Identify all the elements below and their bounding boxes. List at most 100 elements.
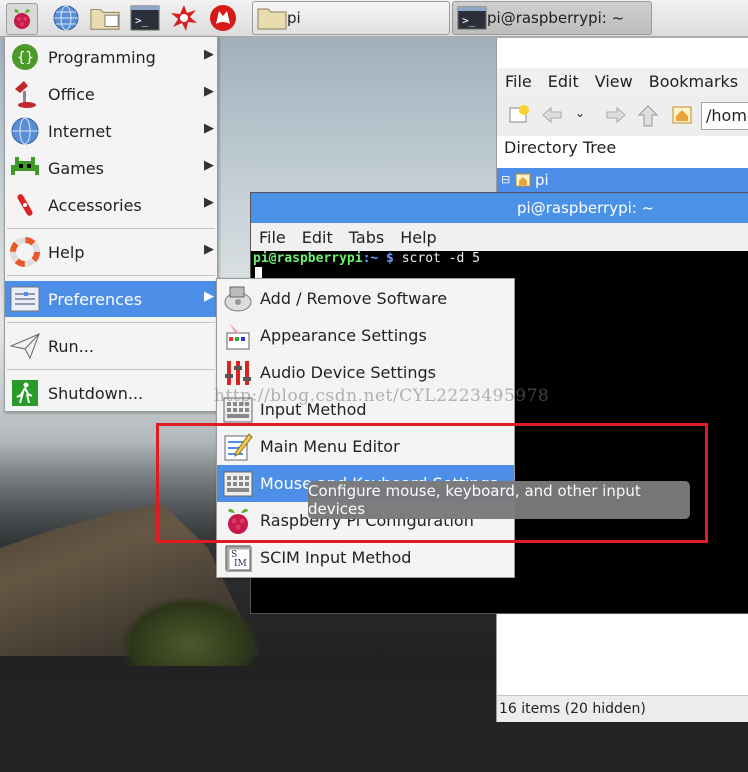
- submenu-arrow-icon: ▶: [204, 121, 214, 136]
- fm-tree-item-label: pi: [535, 171, 549, 189]
- terminal-icon: >_: [457, 6, 487, 30]
- menu-separator: [7, 228, 215, 229]
- submenu-arrow-icon: ▶: [204, 84, 214, 99]
- menu-item-accessories[interactable]: Accessories ▶: [5, 187, 217, 223]
- submenu-item-label: SCIM Input Method: [260, 548, 412, 567]
- collapse-icon[interactable]: ⊟: [501, 173, 510, 186]
- submenu-arrow-icon: ▶: [204, 195, 214, 210]
- terminal-launcher[interactable]: >_: [130, 3, 160, 33]
- preferences-icon: [10, 286, 40, 312]
- wolfram-icon: [210, 5, 236, 31]
- terminal-titlebar[interactable]: pi@raspberrypi: ~: [251, 193, 748, 223]
- application-menu: {} Programming ▶ Office ▶ Internet ▶ Gam…: [4, 36, 218, 412]
- new-tab-icon[interactable]: [507, 103, 531, 127]
- taskbar: >_ pi >_ pi@raspberrypi: ~: [0, 0, 748, 37]
- raspberry-icon: [14, 9, 30, 29]
- mathematica-launcher[interactable]: [169, 3, 199, 33]
- menu-item-label: Run...: [48, 336, 94, 356]
- filemanager-launcher[interactable]: [90, 3, 120, 33]
- home-folder-icon: [515, 173, 531, 187]
- menu-item-label: Office: [48, 84, 95, 104]
- submenu-arrow-icon: ▶: [204, 289, 214, 304]
- browser-launcher[interactable]: [51, 3, 81, 33]
- menu-item-help[interactable]: Help ▶: [5, 234, 217, 270]
- shutdown-icon: [12, 380, 38, 406]
- menu-item-label: Programming: [48, 47, 156, 67]
- watermark: http://blog.csdn.net/CYL2223495978: [214, 386, 550, 406]
- history-dropdown-icon[interactable]: ⌄: [575, 106, 585, 120]
- games-icon: [11, 157, 39, 175]
- menu-separator: [7, 369, 215, 370]
- svg-text:{}: {}: [17, 50, 34, 66]
- menu-item-shutdown[interactable]: Shutdown...: [5, 375, 217, 411]
- software-icon: [224, 286, 252, 311]
- up-icon[interactable]: [637, 104, 659, 128]
- menu-item-label: Shutdown...: [48, 383, 144, 403]
- task-filemanager[interactable]: pi: [252, 1, 450, 35]
- menu-item-label: Help: [48, 242, 85, 262]
- fm-tree-title: Directory Tree: [504, 138, 617, 157]
- task-terminal[interactable]: >_ pi@raspberrypi: ~: [452, 1, 652, 35]
- appearance-icon: [226, 322, 250, 349]
- menu-item-run[interactable]: Run...: [5, 328, 217, 364]
- submenu-item-label: Appearance Settings: [260, 326, 427, 345]
- submenu-item-appearance-settings[interactable]: Appearance Settings: [217, 317, 514, 354]
- svg-text:IM: IM: [234, 559, 247, 569]
- menu-item-programming[interactable]: {} Programming ▶: [5, 39, 217, 75]
- submenu-item-label: Add / Remove Software: [260, 289, 448, 308]
- fm-menu-view[interactable]: View: [587, 68, 641, 96]
- desktop-grass: [120, 596, 260, 666]
- prompt-path: :~ $: [362, 251, 394, 266]
- term-menu-edit[interactable]: Edit: [294, 223, 341, 251]
- menu-button[interactable]: [6, 3, 38, 35]
- office-icon: [15, 81, 36, 108]
- globe-icon: [53, 5, 79, 31]
- menu-item-internet[interactable]: Internet ▶: [5, 113, 217, 149]
- term-menu-help[interactable]: Help: [392, 223, 444, 251]
- back-icon[interactable]: [541, 105, 563, 125]
- menu-item-label: Games: [48, 158, 104, 178]
- fm-menu-edit[interactable]: Edit: [540, 68, 587, 96]
- home-icon[interactable]: [671, 105, 693, 125]
- menu-separator: [7, 322, 215, 323]
- programming-icon: {}: [12, 44, 38, 70]
- terminal-icon: >_: [130, 5, 160, 31]
- submenu-arrow-icon: ▶: [204, 242, 214, 257]
- menu-separator: [7, 275, 215, 276]
- terminal-title: pi@raspberrypi: ~: [517, 199, 655, 217]
- fm-toolbar: ⌄ /home: [497, 96, 748, 136]
- folder-icon: [257, 8, 287, 30]
- wolfram-launcher[interactable]: [208, 3, 238, 33]
- forward-icon[interactable]: [605, 105, 627, 125]
- terminal-prompt-line: pi@raspberrypi:~ $ scrot -d 5: [253, 251, 480, 266]
- menu-item-games[interactable]: Games ▶: [5, 150, 217, 186]
- fm-status-bar: 16 items (20 hidden): [497, 695, 748, 722]
- accessories-icon: [17, 194, 33, 216]
- submenu-item-scim-input-method[interactable]: S IM SCIM Input Method: [217, 539, 514, 576]
- menu-item-preferences[interactable]: Preferences ▶: [5, 281, 217, 317]
- term-menu-tabs[interactable]: Tabs: [341, 223, 392, 251]
- fm-menubar: File Edit View Bookmarks Go: [497, 68, 748, 96]
- menu-item-label: Internet: [48, 121, 112, 141]
- prompt-command: scrot -d 5: [393, 251, 480, 266]
- run-icon: [10, 333, 40, 360]
- prompt-user: pi@raspberrypi: [253, 251, 363, 266]
- task-filemanager-label: pi: [287, 9, 301, 27]
- help-icon: [10, 237, 40, 267]
- submenu-item-label: Audio Device Settings: [260, 363, 436, 382]
- fm-menu-file[interactable]: File: [497, 68, 540, 96]
- submenu-arrow-icon: ▶: [204, 47, 214, 62]
- mathematica-icon: [171, 5, 197, 31]
- submenu-arrow-icon: ▶: [204, 158, 214, 173]
- menu-item-office[interactable]: Office ▶: [5, 76, 217, 112]
- submenu-item-add-remove-software[interactable]: Add / Remove Software: [217, 280, 514, 317]
- scim-icon: SIM: [225, 545, 252, 572]
- globe-icon: [11, 117, 39, 145]
- task-terminal-label: pi@raspberrypi: ~: [487, 9, 625, 27]
- menu-item-label: Preferences: [48, 289, 143, 309]
- fm-address-bar[interactable]: /home: [701, 102, 748, 130]
- term-menu-file[interactable]: File: [251, 223, 294, 251]
- terminal-menubar: File Edit Tabs Help: [251, 223, 748, 251]
- fm-menu-bookmarks[interactable]: Bookmarks: [641, 68, 746, 96]
- highlight-box: [156, 423, 708, 543]
